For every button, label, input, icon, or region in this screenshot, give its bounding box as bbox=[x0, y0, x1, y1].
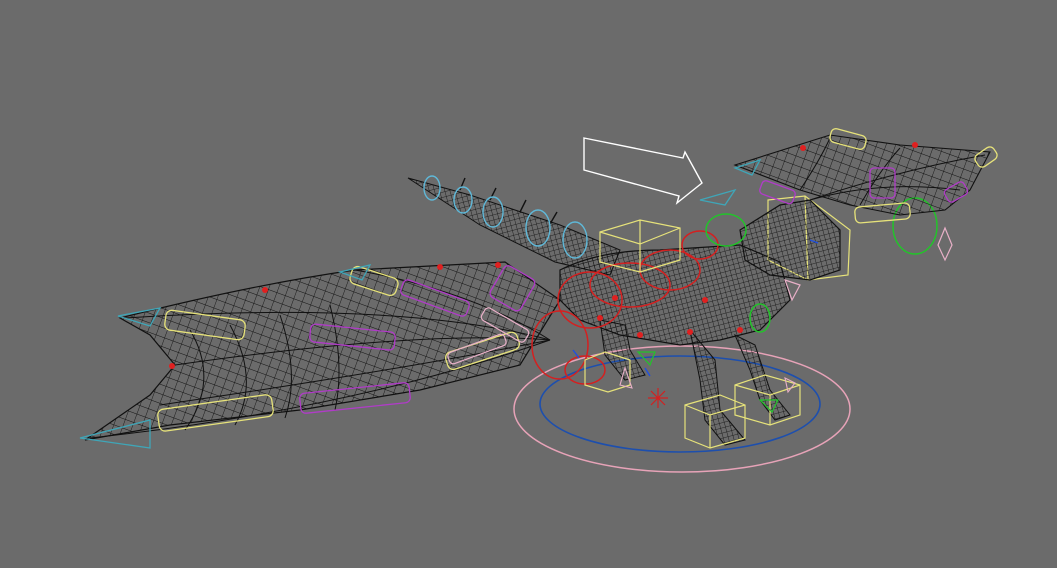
front-leg-right[interactable] bbox=[734, 333, 791, 421]
center-of-gravity-marker[interactable] bbox=[648, 388, 668, 408]
scene-canvas[interactable] bbox=[0, 0, 1057, 568]
left-wing[interactable] bbox=[79, 261, 561, 449]
direction-arrow-icon[interactable] bbox=[583, 137, 703, 205]
right-wing-membrane[interactable] bbox=[733, 134, 991, 216]
3d-viewport[interactable] bbox=[0, 0, 1057, 568]
